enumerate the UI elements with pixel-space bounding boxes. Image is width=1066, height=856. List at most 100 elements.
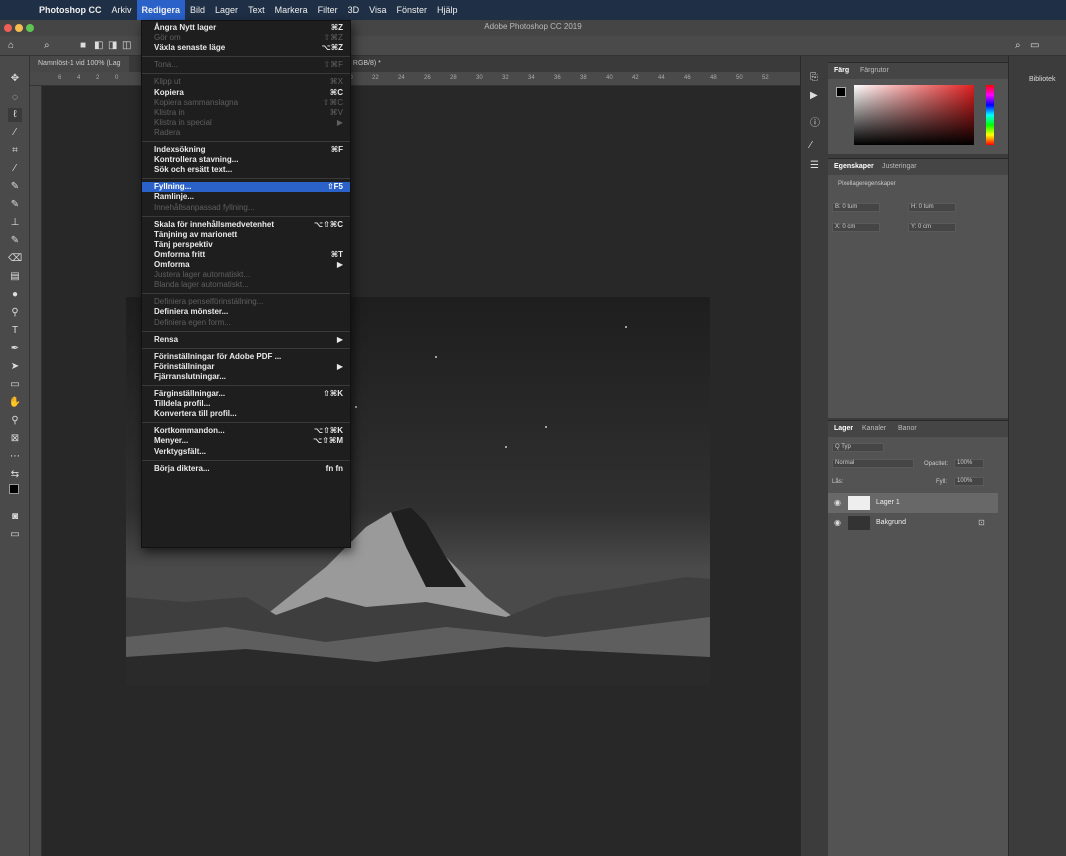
hue-slider[interactable] (986, 85, 994, 145)
menu-item[interactable]: Fjärranslutningar... (142, 372, 350, 382)
layer-row[interactable]: ◉ Bakgrund ⊡ (828, 513, 998, 533)
menu-markera[interactable]: Markera (270, 0, 313, 20)
library-label[interactable]: Bibliotek (1029, 76, 1055, 83)
gradient-tool-icon[interactable]: ▤ (8, 270, 22, 284)
menu-fonster[interactable]: Fönster (391, 0, 432, 20)
menu-bild[interactable]: Bild (185, 0, 210, 20)
menu-item[interactable]: Omforma fritt ⌘T (142, 250, 350, 260)
apple-icon[interactable] (18, 0, 34, 20)
pen-tool-icon[interactable]: ✒ (8, 342, 22, 356)
swap-colors-icon[interactable]: ⇆ (8, 468, 22, 482)
menu-item[interactable]: Ramlinje... (142, 192, 350, 202)
subtract-selection-icon[interactable]: ◨ (108, 40, 117, 51)
menu-redigera[interactable]: Redigera (136, 0, 186, 20)
menu-app[interactable]: Photoshop CC (34, 0, 107, 20)
clone-stamp-tool-icon[interactable]: ⊥ (8, 216, 22, 230)
search-icon[interactable]: ⌕ (1015, 40, 1021, 51)
adjustments-icon[interactable]: ☰ (810, 160, 819, 171)
layer-name[interactable]: Bakgrund (876, 519, 906, 526)
menu-item[interactable]: Definiera mönster... (142, 307, 350, 317)
menu-lager[interactable]: Lager (210, 0, 243, 20)
menu-item[interactable]: Skala för innehållsmedvetenhet ⌥⇧⌘C (142, 220, 350, 230)
quick-mask-icon[interactable]: ◙ (8, 510, 22, 524)
menu-item[interactable]: Sök och ersätt text... (142, 165, 350, 175)
tab-banor[interactable]: Banor (898, 425, 917, 432)
crop-tool-icon[interactable]: ⌗ (8, 144, 22, 158)
type-tool-icon[interactable]: T (8, 324, 22, 338)
zoom-tool-icon[interactable]: ⚲ (8, 414, 22, 428)
eye-icon[interactable]: ◉ (834, 498, 841, 507)
frame-tool-icon[interactable]: ⊠ (8, 432, 22, 446)
dodge-tool-icon[interactable]: ⚲ (8, 306, 22, 320)
tab-egenskaper[interactable]: Egenskaper (834, 163, 874, 170)
info-icon[interactable]: ⓘ (810, 114, 820, 129)
magic-wand-tool-icon[interactable]: ⁄ (8, 126, 22, 140)
blur-tool-icon[interactable]: ● (8, 288, 22, 302)
menu-item[interactable]: Tilldela profil... (142, 399, 350, 409)
menu-item[interactable]: Ångra Nytt lager ⌘Z (142, 23, 350, 33)
menu-hjalp[interactable]: Hjälp (432, 0, 463, 20)
foreground-color-swatch[interactable] (9, 484, 19, 494)
layer-row[interactable]: ◉ Lager 1 (828, 493, 998, 513)
menu-item[interactable]: Kopiera ⌘C (142, 88, 350, 98)
tab-lager[interactable]: Lager (834, 425, 853, 432)
menu-item[interactable]: Konvertera till profil... (142, 409, 350, 419)
tab-justeringar[interactable]: Justeringar (882, 163, 917, 170)
menu-item[interactable]: Verktygsfält... (142, 447, 350, 457)
intersect-selection-icon[interactable]: ◫ (122, 40, 131, 51)
menu-3d[interactable]: 3D (343, 0, 365, 20)
menu-item[interactable]: Färginställningar... ⇧⌘K (142, 389, 350, 399)
color-fg-swatch[interactable] (836, 87, 846, 97)
lasso-tool-preset-icon[interactable]: ⌕ (44, 40, 50, 51)
x-field[interactable]: X: 0 cm (832, 223, 880, 232)
menu-item[interactable]: Tänjning av marionett (142, 230, 350, 240)
color-field[interactable] (854, 85, 974, 145)
menu-visa[interactable]: Visa (364, 0, 391, 20)
opacity-field[interactable]: 100% (954, 459, 984, 468)
layer-filter-select[interactable]: Q Typ (832, 443, 884, 452)
move-tool-icon[interactable]: ✥ (8, 72, 22, 86)
menu-item[interactable]: Rensa ▶ (142, 335, 350, 345)
menu-text[interactable]: Text (243, 0, 270, 20)
menu-item[interactable]: Menyer... ⌥⇧⌘M (142, 436, 350, 446)
actions-icon[interactable]: ▶ (810, 90, 818, 101)
more-tools-icon[interactable]: ⋯ (8, 450, 22, 464)
add-selection-icon[interactable]: ◧ (94, 40, 103, 51)
screen-mode-icon[interactable]: ▭ (8, 528, 22, 542)
menu-item[interactable]: Omforma ▶ (142, 260, 350, 270)
menu-item[interactable]: Tänj perspektiv (142, 240, 350, 250)
history-brush-tool-icon[interactable]: ✎ (8, 234, 22, 248)
tab-fargrutor[interactable]: Färgrutor (860, 67, 889, 74)
brush-tool-icon[interactable]: ✎ (8, 198, 22, 212)
menu-item[interactable]: Kontrollera stavning... (142, 155, 350, 165)
shape-tool-icon[interactable]: ▭ (8, 378, 22, 392)
tab-farg[interactable]: Färg (834, 67, 849, 74)
menu-item[interactable]: Börja diktera... fn fn (142, 464, 350, 474)
width-field[interactable]: B: 0 tum (832, 203, 880, 212)
fill-field[interactable]: 100% (954, 477, 984, 486)
height-field[interactable]: H: 0 tum (908, 203, 956, 212)
menu-item[interactable]: Kortkommandon... ⌥⇧⌘K (142, 426, 350, 436)
eraser-tool-icon[interactable]: ⌫ (8, 252, 22, 266)
menu-arkiv[interactable]: Arkiv (107, 0, 137, 20)
lasso-tool-icon[interactable]: ℓ (8, 108, 22, 122)
new-selection-icon[interactable]: ■ (80, 40, 86, 51)
menu-filter[interactable]: Filter (313, 0, 343, 20)
eyedropper-tool-icon[interactable]: ⁄ (8, 162, 22, 176)
menu-item[interactable]: Växla senaste läge ⌥⌘Z (142, 43, 350, 53)
eye-icon[interactable]: ◉ (834, 518, 841, 527)
home-icon[interactable]: ⌂ (8, 40, 14, 51)
document-tab[interactable]: Namnlöst-1 vid 100% (Lag (30, 56, 129, 72)
blend-mode-select[interactable]: Normal (832, 459, 914, 468)
hand-tool-icon[interactable]: ✋ (8, 396, 22, 410)
menu-item[interactable]: Förinställningar ▶ (142, 362, 350, 372)
menu-item[interactable]: Indexsökning ⌘F (142, 145, 350, 155)
layer-name[interactable]: Lager 1 (876, 499, 900, 506)
brush-settings-icon[interactable]: ⁄ (810, 140, 812, 151)
tab-kanaler[interactable]: Kanaler (862, 425, 886, 432)
y-field[interactable]: Y: 0 cm (908, 223, 956, 232)
menu-item[interactable]: Fyllning... ⇧F5 (142, 182, 350, 193)
history-icon[interactable]: ⎘ (810, 72, 818, 83)
menu-item[interactable]: Förinställningar för Adobe PDF ... (142, 352, 350, 362)
marquee-tool-icon[interactable]: ◌ (8, 91, 22, 105)
